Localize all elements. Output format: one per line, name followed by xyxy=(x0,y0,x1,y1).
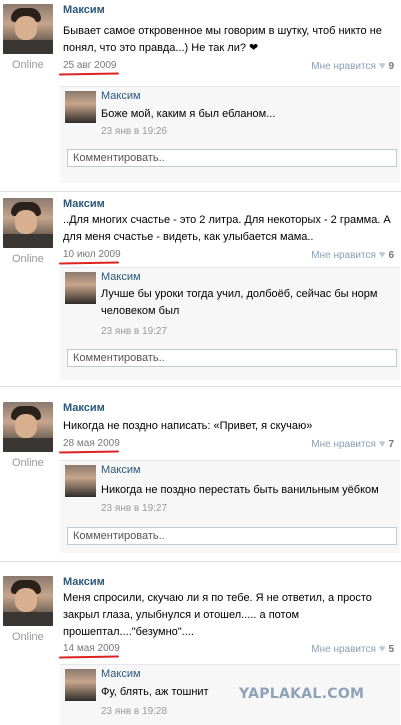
comment-input[interactable]: Комментировать.. xyxy=(67,149,397,167)
wall-post: Online Максим Бывает самое откровенное м… xyxy=(0,0,401,190)
online-status: Online xyxy=(12,631,44,643)
reply-avatar[interactable] xyxy=(65,465,96,497)
post-date[interactable]: 25 авг 2009 xyxy=(63,60,116,71)
post-text: ..Для многих счастье - это 2 литра. Для … xyxy=(63,214,391,243)
post-text: Меня спросили, скучаю ли я по тебе. Я не… xyxy=(63,592,372,638)
heart-icon: ♥ xyxy=(378,249,386,261)
post-date[interactable]: 10 июл 2009 xyxy=(63,249,121,260)
avatar[interactable] xyxy=(3,402,53,452)
red-underline xyxy=(58,72,120,76)
comment-input[interactable]: Комментировать.. xyxy=(67,527,397,545)
like-label: Мне нравится xyxy=(311,61,376,72)
red-underline xyxy=(58,261,120,265)
like-button[interactable]: Мне нравится ♥ 5 xyxy=(311,643,394,655)
post-text: Никогда не поздно написать: «Привет, я с… xyxy=(63,420,313,432)
like-count: 7 xyxy=(388,439,394,450)
avatar[interactable] xyxy=(3,576,53,626)
red-underline xyxy=(58,450,120,454)
like-button[interactable]: Мне нравится ♥ 6 xyxy=(311,249,394,261)
post-divider xyxy=(0,386,401,387)
online-status: Online xyxy=(12,457,44,469)
reply-text: Лучше бы уроки тогда учил, долбоёб, сейч… xyxy=(101,288,378,317)
post-author[interactable]: Максим xyxy=(63,4,105,16)
online-status: Online xyxy=(12,59,44,71)
comment-input[interactable]: Комментировать.. xyxy=(67,349,397,367)
post-date[interactable]: 14 мая 2009 xyxy=(63,643,120,654)
like-label: Мне нравится xyxy=(311,644,376,655)
post-divider xyxy=(0,561,401,562)
reply-avatar[interactable] xyxy=(65,272,96,304)
reply-date[interactable]: 23 янв в 19:27 xyxy=(101,503,167,514)
reply-date[interactable]: 23 янв в 19:26 xyxy=(101,126,167,137)
reply-date[interactable]: 23 янв в 19:28 xyxy=(101,706,167,717)
post-author[interactable]: Максим xyxy=(63,402,105,414)
reply: Максим Боже мой, каким я был ебланом... … xyxy=(60,86,400,183)
like-button[interactable]: Мне нравится ♥ 7 xyxy=(311,438,394,450)
reply-text: Боже мой, каким я был ебланом... xyxy=(101,108,276,120)
reply-date[interactable]: 23 янв в 19:27 xyxy=(101,326,167,337)
like-label: Мне нравится xyxy=(311,250,376,261)
reply-author[interactable]: Максим xyxy=(101,90,141,102)
heart-icon: ♥ xyxy=(378,643,386,655)
red-underline xyxy=(58,655,120,659)
heart-icon: ♥ xyxy=(378,438,386,450)
wall-post: Online Максим Никогда не поздно написать… xyxy=(0,398,401,558)
reply-avatar[interactable] xyxy=(65,91,96,123)
wall-post: Online Максим ..Для многих счастье - это… xyxy=(0,194,401,384)
like-count: 9 xyxy=(388,61,394,72)
like-label: Мне нравится xyxy=(311,439,376,450)
avatar[interactable] xyxy=(3,4,53,54)
post-author[interactable]: Максим xyxy=(63,576,105,588)
post-divider xyxy=(0,191,401,192)
reply: Максим Никогда не поздно перестать быть … xyxy=(60,460,400,553)
reply-author[interactable]: Максим xyxy=(101,271,141,283)
like-count: 6 xyxy=(388,250,394,261)
post-author[interactable]: Максим xyxy=(63,198,105,210)
like-count: 5 xyxy=(388,644,394,655)
online-status: Online xyxy=(12,253,44,265)
reply-author[interactable]: Максим xyxy=(101,668,141,680)
reply-author[interactable]: Максим xyxy=(101,464,141,476)
reply-avatar[interactable] xyxy=(65,669,96,701)
avatar[interactable] xyxy=(3,198,53,248)
watermark: YAPLAKAL.COM xyxy=(239,686,365,702)
post-text: Бывает самое откровенное мы говорим в шу… xyxy=(63,25,382,54)
like-button[interactable]: Мне нравится ♥ 9 xyxy=(311,60,394,72)
reply: Максим Лучше бы уроки тогда учил, долбоё… xyxy=(60,267,400,380)
post-date[interactable]: 28 мая 2009 xyxy=(63,438,120,449)
heart-icon: ♥ xyxy=(378,60,386,72)
reply-text: Никогда не поздно перестать быть ванильн… xyxy=(101,484,379,496)
